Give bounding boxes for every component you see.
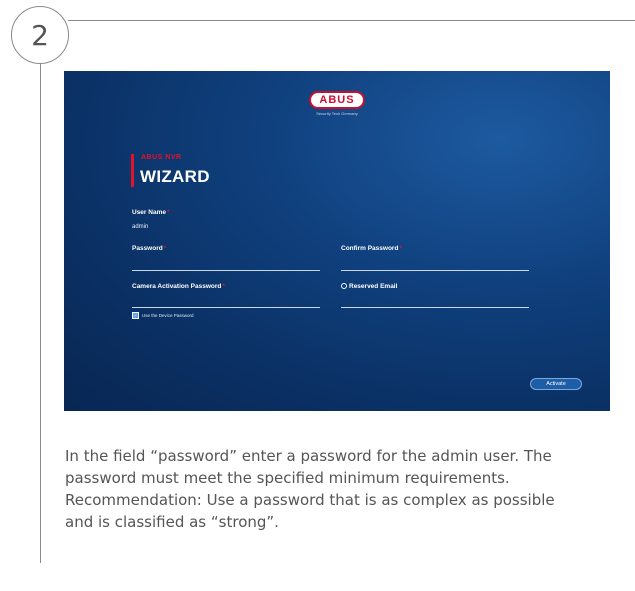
step-number: 2 bbox=[31, 18, 49, 52]
logo-area: ABUS Security Tech Germany bbox=[64, 90, 610, 116]
reserved-email-label: Reserved Email bbox=[341, 283, 397, 290]
username-label: User Name* bbox=[132, 209, 170, 216]
activate-button[interactable]: Activate bbox=[530, 378, 582, 390]
abus-logo: ABUS bbox=[309, 91, 365, 109]
reserved-email-radio[interactable] bbox=[341, 283, 347, 290]
confirm-password-label: Confirm Password* bbox=[341, 245, 402, 252]
instruction-text: In the field “password” enter a password… bbox=[65, 447, 555, 531]
brand-accent-bar bbox=[131, 154, 134, 187]
use-device-password-label: Use the Device Password bbox=[142, 313, 194, 318]
header-rule bbox=[68, 20, 635, 21]
brand-subtitle: ABUS NVR bbox=[141, 154, 182, 161]
wizard-screenshot: ABUS Security Tech Germany ABUS NVR WIZA… bbox=[64, 71, 610, 411]
camera-activation-input[interactable] bbox=[132, 307, 320, 308]
confirm-password-input[interactable] bbox=[341, 270, 529, 271]
wizard-title: WIZARD bbox=[140, 167, 210, 186]
side-rule bbox=[40, 63, 41, 563]
checkbox-checked-icon[interactable]: ✓ bbox=[132, 312, 139, 319]
password-label: Password* bbox=[132, 245, 167, 252]
logo-tagline: Security Tech Germany bbox=[316, 111, 358, 116]
use-device-password-row[interactable]: ✓ Use the Device Password bbox=[132, 312, 194, 319]
reserved-email-input[interactable] bbox=[341, 307, 529, 308]
username-value: admin bbox=[132, 224, 149, 230]
password-input[interactable] bbox=[132, 270, 320, 271]
camera-activation-label: Camera Activation Password* bbox=[132, 283, 225, 290]
step-number-circle: 2 bbox=[11, 6, 69, 64]
